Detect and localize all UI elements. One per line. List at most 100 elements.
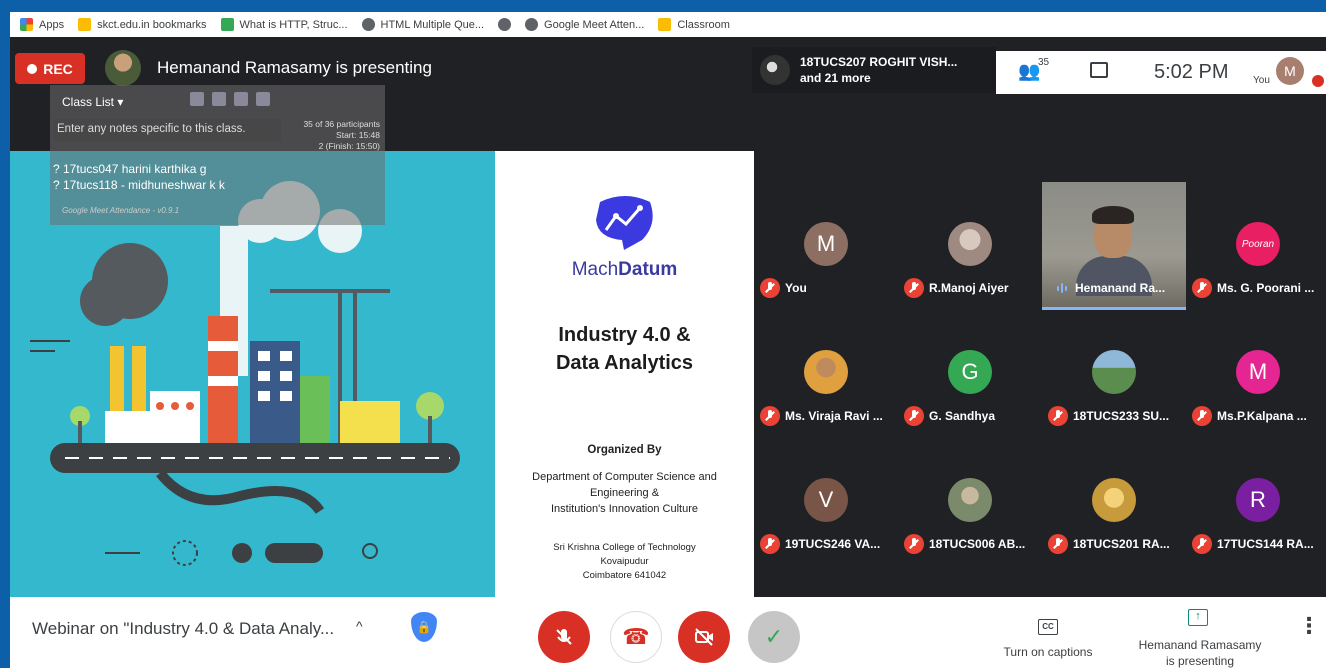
people-count: 35 [1038, 57, 1050, 68]
hang-up-icon: ☎ [622, 624, 650, 649]
bookmark-html-mcq[interactable]: HTML Multiple Que... [361, 18, 484, 31]
globe-icon [498, 18, 512, 31]
participant-tile[interactable]: 18TUCS201 RA... [1042, 438, 1186, 566]
slide-text-panel: MachDatum Industry 4.0 & Data Analytics … [495, 151, 754, 597]
participant-tile[interactable]: 18TUCS233 SU... [1042, 310, 1186, 438]
avatar: Pooran [1236, 222, 1280, 266]
avatar [948, 478, 992, 522]
mic-off-icon [904, 534, 924, 554]
mic-off-icon [1192, 534, 1212, 554]
captions-button-label[interactable]: Turn on captions [994, 645, 1102, 659]
mic-off-icon [760, 406, 780, 426]
presenting-button-label[interactable]: Hemanand Ramasamy is presenting [1125, 637, 1275, 668]
chat-icon[interactable] [1090, 62, 1108, 78]
list-item: ? 17tucs047 harini karthika g [53, 162, 207, 176]
participant-tile[interactable]: G G. Sandhya [898, 310, 1042, 438]
participant-tile[interactable]: Ms. Viraja Ravi ... [754, 310, 898, 438]
slide-title: Industry 4.0 & Data Analytics [555, 324, 694, 374]
participant-grid: M You R.Manoj Aiyer Hemanand Ra... Poora… [754, 182, 1326, 566]
bookmark-meet-attendance[interactable]: Google Meet Atten... [525, 18, 644, 31]
bookmarks-bar: Apps skct.edu.in bookmarks What is HTTP,… [10, 12, 1326, 37]
bookmark-skct[interactable]: skct.edu.in bookmarks [78, 18, 207, 31]
participant-avatar [760, 55, 790, 85]
participant-tile[interactable]: M You [754, 182, 898, 310]
folder-icon [78, 18, 92, 31]
presenter-avatar [105, 50, 141, 86]
participant-tile[interactable]: R 17TUCS144 RA... [1186, 438, 1326, 566]
participant-tile[interactable]: Pooran Ms. G. Poorani ... [1186, 182, 1326, 310]
camera-toggle-button[interactable] [678, 611, 730, 663]
camera-off-icon [695, 628, 713, 646]
avatar [1092, 350, 1136, 394]
logo-wordmark: MachDatum [571, 259, 678, 280]
participant-tile[interactable]: R.Manoj Aiyer [898, 182, 1042, 310]
recording-badge: REC [15, 53, 85, 84]
globe-icon [361, 18, 375, 31]
avatar: M [804, 222, 848, 266]
globe-icon [525, 18, 539, 31]
mic-off-icon [1192, 406, 1212, 426]
avatar [804, 350, 848, 394]
absent-list: ? 17tucs047 harini karthika g ? 17tucs11… [50, 161, 385, 193]
edit-icon[interactable] [190, 92, 204, 106]
participant-video-tile[interactable]: Hemanand Ra... [1042, 182, 1186, 310]
classroom-icon [658, 18, 672, 31]
participant-tile[interactable]: V 19TUCS246 VA... [754, 438, 898, 566]
clock-time: 5:02 PM [1154, 61, 1229, 83]
captions-icon[interactable]: CC [1038, 619, 1058, 635]
participant-tile[interactable]: M Ms.P.Kalpana ... [1186, 310, 1326, 438]
list-item: ? 17tucs118 - midhuneshwar k k [53, 178, 225, 192]
site-favicon [220, 18, 234, 31]
avatar: G [948, 350, 992, 394]
lock-shield-icon[interactable]: 🔒 [411, 612, 437, 642]
bookmark-http[interactable]: What is HTTP, Struc... [220, 18, 348, 31]
mic-off-icon [1048, 406, 1068, 426]
participants-preview[interactable]: 18TUCS207 ROGHIT VISH... and 21 more [752, 47, 996, 93]
mic-off-icon [904, 406, 924, 426]
bookmark-classroom[interactable]: Classroom [658, 18, 730, 31]
avatar: R [1236, 478, 1280, 522]
mic-off-icon [1312, 75, 1324, 87]
department-text: Department of Computer Science and Engin… [532, 471, 717, 515]
class-notes-input[interactable]: Enter any notes specific to this class. [53, 119, 281, 141]
mic-off-icon [760, 278, 780, 298]
avatar: V [804, 478, 848, 522]
settings-icon[interactable] [212, 92, 226, 106]
leave-call-button[interactable]: ☎ [610, 611, 662, 663]
extension-version: Google Meet Attendance - v0.9.1 [62, 206, 180, 215]
machdatum-logo-icon [596, 196, 653, 250]
mic-off-icon [760, 534, 780, 554]
attendance-check-button[interactable]: ✓ [748, 611, 800, 663]
mic-off-icon [904, 278, 924, 298]
attendance-stats: 35 of 36 participants Start: 15:48 2 (Fi… [303, 119, 380, 151]
organized-by-heading: Organized By [587, 444, 662, 456]
export-icon[interactable] [234, 92, 248, 106]
participant-tile[interactable]: 18TUCS006 AB... [898, 438, 1042, 566]
mic-off-icon [1048, 534, 1068, 554]
bookmark-apps[interactable]: Apps [20, 18, 64, 31]
avatar: M [1236, 350, 1280, 394]
microphone-toggle-button[interactable] [538, 611, 590, 663]
speaking-indicator-icon [1054, 281, 1070, 295]
check-icon: ✓ [764, 624, 784, 649]
class-list-toolbar [190, 92, 270, 106]
mic-off-icon [556, 629, 572, 645]
chevron-up-icon[interactable]: ^ [356, 618, 363, 634]
bookmark-unnamed[interactable] [498, 18, 512, 31]
more-options-icon[interactable]: ⋮ [1298, 613, 1320, 639]
college-address: Sri Krishna College of Technology Kovaip… [553, 542, 696, 581]
present-screen-icon[interactable]: ↑ [1188, 609, 1208, 626]
avatar [1092, 478, 1136, 522]
class-list-overlay: Class List ▾ Enter any notes specific to… [50, 85, 385, 225]
presenting-status: Hemanand Ramasamy is presenting [157, 58, 432, 77]
mic-off-icon [1192, 278, 1212, 298]
table-icon[interactable] [256, 92, 270, 106]
meet-top-controls: 👥 35 5:02 PM You M [996, 51, 1326, 94]
avatar [948, 222, 992, 266]
meet-bottom-bar: Webinar on "Industry 4.0 & Data Analy...… [10, 597, 1326, 668]
apps-grid-icon [20, 18, 33, 31]
meeting-title[interactable]: Webinar on "Industry 4.0 & Data Analy... [32, 619, 334, 639]
self-avatar[interactable]: M [1276, 57, 1304, 85]
meet-window: Apps skct.edu.in bookmarks What is HTTP,… [10, 12, 1326, 668]
class-list-dropdown[interactable]: Class List ▾ [62, 95, 123, 109]
